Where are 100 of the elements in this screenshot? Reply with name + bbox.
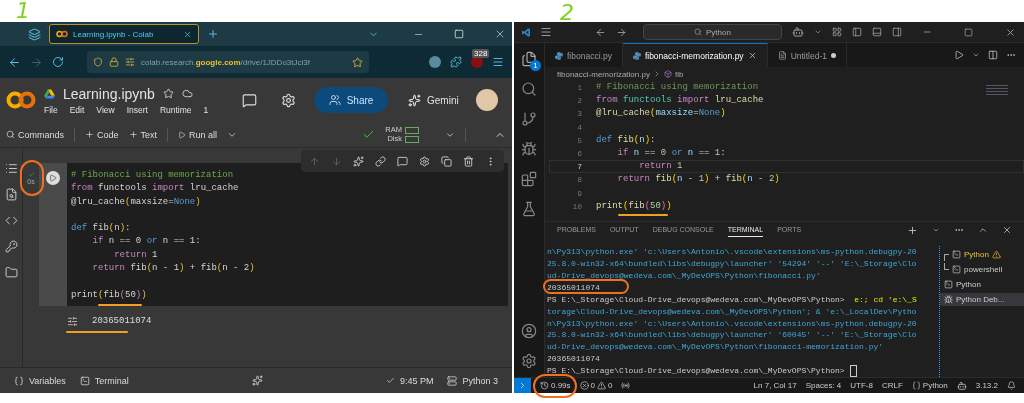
folder-icon[interactable]: [4, 266, 18, 279]
menu-item[interactable]: Runtime: [159, 104, 192, 115]
variables-button[interactable]: Variables: [14, 375, 66, 386]
cursor-position[interactable]: Ln 7, Col 17: [753, 381, 797, 390]
share-button[interactable]: Share: [314, 87, 388, 113]
new-tab-icon[interactable]: [207, 28, 219, 40]
table-of-contents-icon[interactable]: [4, 162, 18, 175]
tab-groups-icon[interactable]: [28, 27, 41, 41]
terminal-instance[interactable]: powershell: [940, 263, 1024, 277]
code-editor[interactable]: 1 # Fibonacci using memorization 2 from functools import lru_cache 3 @lru_cache(maxsize=None) 4 5 def fib(n): 6 if n == 0 or n == 1: 7 return 1 8 return fib(n - 1) + fib(n - 2) 9 10 print(fib(50)): [545, 81, 1024, 221]
code-icon[interactable]: [4, 214, 18, 227]
browser-tab[interactable]: Learning.ipynb - Colab: [49, 24, 199, 44]
close-icon[interactable]: [183, 29, 192, 39]
toggle-panel-icon[interactable]: [871, 27, 882, 37]
caret-icon[interactable]: [813, 28, 822, 36]
menu-item[interactable]: File: [44, 104, 58, 115]
unsaved-dot: [831, 53, 836, 58]
warning-icon: [991, 250, 1001, 260]
terminal-instance[interactable]: Python Deb...: [940, 293, 1024, 307]
comment-icon[interactable]: [397, 155, 408, 167]
terminal-button[interactable]: Terminal: [79, 375, 129, 386]
search-icon: [6, 130, 15, 139]
terminal-icon: [79, 375, 90, 386]
new-terminal-icon[interactable]: [907, 224, 918, 236]
maximize-icon[interactable]: [963, 27, 973, 37]
toggle-secondary-sidebar-icon[interactable]: [891, 27, 902, 37]
run-icon[interactable]: [954, 50, 964, 60]
layout-icon[interactable]: [831, 27, 842, 37]
account-icon[interactable]: [521, 323, 537, 339]
language-mode[interactable]: Python: [911, 381, 948, 390]
gemini-button[interactable]: Gemini: [402, 87, 465, 113]
run-all-button[interactable]: Run all: [178, 129, 218, 140]
close-icon[interactable]: [494, 28, 506, 40]
menu-icon[interactable]: [492, 56, 504, 68]
runtime-indicator[interactable]: Python 3: [447, 375, 498, 386]
comment-icon[interactable]: [242, 92, 257, 108]
toggle-sidebar-icon[interactable]: [851, 27, 862, 37]
caret-icon[interactable]: [972, 51, 980, 59]
ports-icon[interactable]: [621, 381, 631, 390]
find-icon[interactable]: [4, 188, 18, 201]
address-field[interactable]: colab.research.google.com/drive/1JDDo3tJcl3f: [87, 51, 369, 73]
line-ending[interactable]: CRLF: [881, 381, 903, 390]
avatar[interactable]: [476, 89, 498, 111]
code-cell[interactable]: # Fibonacci using memorization from functools import lru_cache @lru_cache(maxsize=None) def fib(n): if n == 0 or n == 1: return 1 return fib(n - 1) + fib(n - 2) print(fib(50)): [67, 163, 508, 306]
python-version[interactable]: 3.13.2: [975, 381, 998, 390]
menu-icon[interactable]: [540, 26, 553, 38]
menu-item[interactable]: Edit: [69, 104, 85, 115]
source-control-icon[interactable]: [521, 111, 537, 127]
encoding[interactable]: UTF-8: [850, 381, 873, 390]
extension-icon[interactable]: [450, 56, 462, 68]
link-icon[interactable]: [375, 155, 386, 167]
menu-item[interactable]: 1: [203, 104, 209, 115]
drive-icon: [44, 88, 55, 99]
notifications-icon[interactable]: [1007, 381, 1016, 390]
notebook-title[interactable]: Learning.ipynb: [63, 85, 155, 102]
testing-icon[interactable]: [521, 201, 537, 217]
breadcrumb-symbol[interactable]: fib: [674, 69, 684, 79]
sparkle-icon[interactable]: [353, 155, 364, 167]
close-icon[interactable]: [1005, 26, 1016, 38]
cell-output: 20365011074: [92, 316, 152, 327]
add-code-button[interactable]: Code: [85, 129, 119, 140]
annotation-underline: [618, 214, 668, 216]
editor-tab[interactable]: fibonacci-memorization.py: [622, 43, 768, 67]
run-cell-button[interactable]: [46, 171, 60, 185]
split-editor-icon[interactable]: [988, 50, 998, 60]
annotation-underline: [66, 331, 128, 333]
extensions-icon[interactable]: [521, 171, 537, 187]
explorer-icon[interactable]: [521, 51, 537, 67]
menu-item[interactable]: View: [96, 104, 115, 115]
commands-button[interactable]: Commands: [6, 129, 64, 140]
terminal-instance[interactable]: Python: [940, 248, 1024, 262]
sparkle-icon[interactable]: [251, 375, 263, 386]
run-debug-icon[interactable]: [521, 141, 537, 157]
delete-icon[interactable]: [463, 155, 474, 167]
plus-icon: [128, 130, 138, 139]
warning-icon: [597, 381, 607, 390]
command-center-search[interactable]: Python: [643, 24, 782, 40]
menu-item[interactable]: Insert: [126, 104, 148, 115]
key-icon[interactable]: [4, 240, 18, 253]
problems-indicator[interactable]: 0 0: [579, 381, 613, 390]
check-icon: [27, 171, 35, 178]
close-icon[interactable]: [1002, 225, 1012, 236]
breadcrumb-file[interactable]: fibonacci-memorization.py: [557, 69, 650, 79]
forward-icon[interactable]: [30, 55, 43, 69]
star-icon[interactable]: [352, 56, 363, 68]
add-text-button[interactable]: Text: [128, 129, 158, 140]
reload-icon[interactable]: [52, 56, 64, 68]
indentation[interactable]: Spaces: 4: [805, 381, 842, 390]
profile-icon[interactable]: [429, 56, 441, 68]
star-icon[interactable]: [162, 88, 174, 99]
back-icon[interactable]: [595, 26, 607, 38]
terminal-instance[interactable]: Python: [940, 278, 1024, 292]
run-duration[interactable]: 0.99s: [540, 381, 571, 390]
close-icon[interactable]: [747, 51, 757, 60]
forward-icon[interactable]: [616, 26, 628, 38]
line-number: 2: [576, 95, 583, 107]
back-icon[interactable]: [8, 55, 21, 69]
settings-icon[interactable]: [521, 353, 537, 369]
braces-icon: [14, 375, 24, 386]
search-icon[interactable]: [521, 81, 537, 97]
